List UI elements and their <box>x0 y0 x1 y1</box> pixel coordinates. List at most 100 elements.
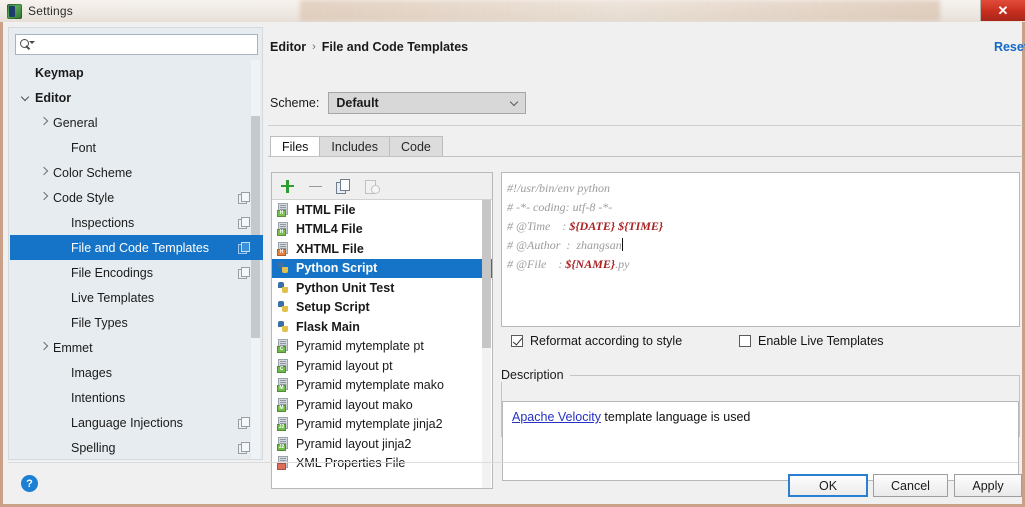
template-file-icon: M <box>277 397 290 412</box>
sidebar-item-file-and-code-templates[interactable]: File and Code Templates <box>10 235 263 260</box>
chevron-right-icon[interactable] <box>40 168 49 177</box>
cancel-button[interactable]: Cancel <box>873 474 948 497</box>
settings-tree: Keymap Editor General Font Color Scheme Code … <box>10 60 263 459</box>
copy-settings-icon[interactable] <box>238 442 250 454</box>
chevron-right-icon[interactable] <box>40 193 49 202</box>
chevron-right-icon[interactable] <box>40 118 49 127</box>
template-list-item[interactable]: J2 Pyramid layout jinja2 <box>272 434 492 454</box>
help-icon[interactable]: ? <box>21 475 38 492</box>
template-list-item[interactable]: H HTML4 File <box>272 220 492 240</box>
sidebar-item-images[interactable]: Images <box>10 360 263 385</box>
close-icon[interactable]: ✕ <box>980 0 1025 21</box>
sidebar-item-language-injections[interactable]: Language Injections <box>10 410 263 435</box>
sidebar-item-keymap[interactable]: Keymap <box>10 60 263 85</box>
apache-velocity-link[interactable]: Apache Velocity <box>512 410 601 424</box>
header-divider <box>268 125 1023 126</box>
template-editor[interactable]: #!/usr/bin/env python # -*- coding: utf-8… <box>501 172 1020 327</box>
template-list-item-label: Pyramid mytemplate jinja2 <box>296 417 443 432</box>
live-templates-checkbox[interactable] <box>739 335 751 347</box>
template-list-item[interactable]: Python Unit Test <box>272 278 492 298</box>
reformat-checkbox[interactable] <box>511 335 523 347</box>
copy-template-button[interactable] <box>336 178 351 194</box>
editor-line: # @File : ${NAME}.py <box>507 255 1019 274</box>
template-list-item[interactable]: Python Script <box>272 258 492 278</box>
sidebar-item-file-encodings[interactable]: File Encodings <box>10 260 263 285</box>
template-list-item[interactable]: H HTML File <box>272 200 492 220</box>
python-file-icon <box>277 300 290 314</box>
template-list-item[interactable]: M Pyramid layout mako <box>272 395 492 415</box>
search-input[interactable] <box>38 36 242 53</box>
sidebar-item-inspections[interactable]: Inspections <box>10 210 263 235</box>
copy-settings-icon[interactable] <box>238 192 250 204</box>
sidebar-item-label: Font <box>71 140 97 155</box>
editor-line-text: # @File : <box>507 257 566 271</box>
ok-button[interactable]: OK <box>788 474 868 497</box>
copy-settings-icon[interactable] <box>238 417 250 429</box>
chevron-down-icon[interactable] <box>22 93 31 102</box>
breadcrumb-parent[interactable]: Editor <box>270 40 306 54</box>
sidebar-item-live-templates[interactable]: Live Templates <box>10 285 263 310</box>
copy-settings-icon[interactable] <box>238 217 250 229</box>
apply-button[interactable]: Apply <box>954 474 1022 497</box>
sidebar-item-file-types[interactable]: File Types <box>10 310 263 335</box>
remove-template-button[interactable] <box>308 179 323 194</box>
template-list-item-label: HTML4 File <box>296 222 363 237</box>
file-list-scrollbar-thumb[interactable] <box>482 200 491 348</box>
template-list-item-label: Python Unit Test <box>296 280 395 295</box>
template-list-item-label: Setup Script <box>296 300 370 315</box>
chevron-right-icon[interactable] <box>40 343 49 352</box>
sidebar-item-intentions[interactable]: Intentions <box>10 385 263 410</box>
sidebar-item-font[interactable]: Font <box>10 135 263 160</box>
template-list-item-label: XHTML File <box>296 241 364 256</box>
tab-code[interactable]: Code <box>388 136 443 157</box>
live-templates-checkbox-row[interactable]: Enable Live Templates <box>739 334 884 348</box>
copy-settings-icon[interactable] <box>238 242 250 254</box>
template-list-item[interactable]: C Pyramid layout pt <box>272 356 492 376</box>
template-list-item-label: Pyramid layout pt <box>296 358 393 373</box>
scheme-dropdown[interactable]: Default <box>328 92 527 114</box>
sidebar-item-label: Color Scheme <box>53 165 133 180</box>
template-list-item-label: Pyramid mytemplate pt <box>296 339 424 354</box>
copy-settings-icon[interactable] <box>238 267 250 279</box>
python-file-icon <box>277 320 290 334</box>
python-file-icon <box>277 261 290 275</box>
description-label: Description <box>501 368 570 382</box>
search-box[interactable] <box>15 34 258 55</box>
breadcrumb: Editor › File and Code Templates <box>270 40 468 54</box>
template-list-item-label: Python Script <box>296 261 378 276</box>
reset-link[interactable]: Reset <box>994 40 1025 54</box>
editor-line: #!/usr/bin/env python <box>507 179 1019 198</box>
add-template-button[interactable] <box>280 179 295 194</box>
template-list-item[interactable]: M Pyramid mytemplate mako <box>272 376 492 396</box>
template-options: Reformat according to style Enable Live … <box>501 334 1020 354</box>
template-list-item[interactable]: C Pyramid mytemplate pt <box>272 337 492 357</box>
sidebar-item-color-scheme[interactable]: Color Scheme <box>10 160 263 185</box>
template-list-item[interactable]: H XHTML File <box>272 239 492 259</box>
template-list-item[interactable]: J2 Pyramid mytemplate jinja2 <box>272 415 492 435</box>
template-list-item[interactable]: Flask Main <box>272 317 492 337</box>
tab-underline <box>268 156 1023 157</box>
sidebar-item-general[interactable]: General <box>10 110 263 135</box>
tab-files[interactable]: Files <box>270 136 321 157</box>
settings-sidebar: Keymap Editor General Font Color Scheme Code … <box>8 27 263 460</box>
template-file-icon: M <box>277 378 290 393</box>
editor-line: # @Time : ${DATE} ${TIME} <box>507 217 1019 236</box>
sidebar-item-label: Live Templates <box>71 290 155 305</box>
sidebar-item-editor[interactable]: Editor <box>10 85 263 110</box>
sidebar-item-label: Editor <box>35 90 72 105</box>
template-list-item[interactable]: Setup Script <box>272 298 492 318</box>
xhtml-file-icon: H <box>277 241 290 256</box>
reformat-checkbox-row[interactable]: Reformat according to style <box>511 334 682 348</box>
sidebar-item-code-style[interactable]: Code Style <box>10 185 263 210</box>
search-icon <box>20 38 35 51</box>
dialog-footer: ? OK Cancel Apply <box>3 465 1022 504</box>
sidebar-item-emmet[interactable]: Emmet <box>10 335 263 360</box>
sidebar-item-spelling[interactable]: Spelling <box>10 435 263 459</box>
tab-includes[interactable]: Includes <box>319 136 390 157</box>
